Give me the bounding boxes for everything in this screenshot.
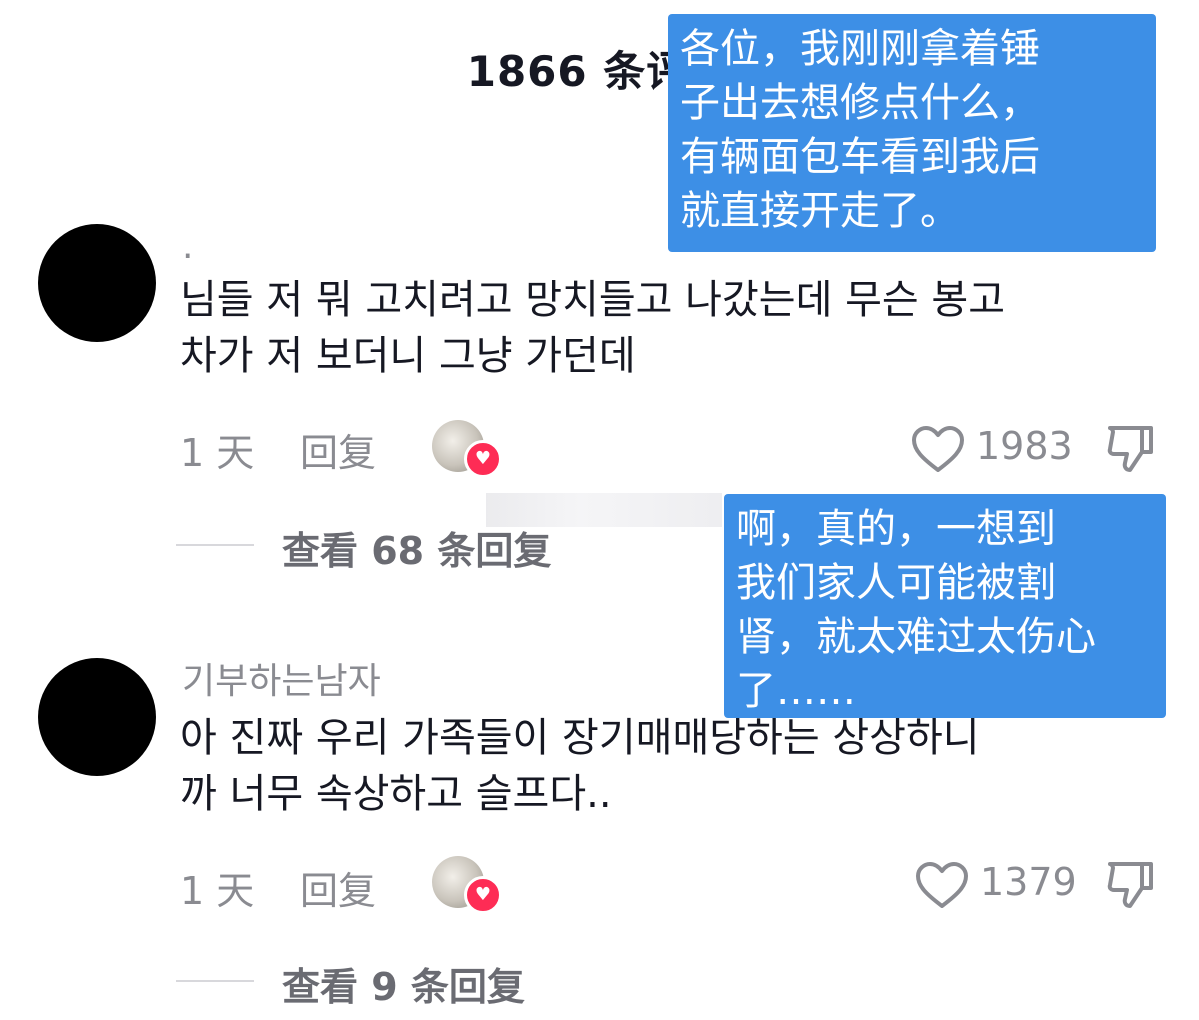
- username[interactable]: 기부하는남자: [182, 652, 381, 704]
- like-count: 1379: [980, 860, 1077, 904]
- view-replies-divider: [176, 544, 254, 546]
- comment-time: 1 天: [180, 431, 255, 475]
- view-replies-button[interactable]: 查看 9 条回复: [282, 956, 525, 1011]
- comment-text: 님들 저 뭐 고치려고 망치들고 나갔는데 무슨 봉고 차가 저 보더니 그냥 …: [180, 277, 1006, 379]
- heart-outline-icon[interactable]: [914, 860, 970, 910]
- reaction-heart-icon: ♥: [464, 876, 502, 914]
- translation-overlay-2: 啊，真的，一想到 我们家人可能被割 肾，就太难过太伤心 了……: [724, 494, 1166, 718]
- reply-button[interactable]: 回复: [300, 860, 376, 915]
- username[interactable]: .: [182, 226, 193, 267]
- avatar[interactable]: [38, 224, 156, 342]
- view-replies-button[interactable]: 查看 68 条回复: [282, 520, 551, 575]
- view-replies-divider: [176, 980, 254, 982]
- reaction-heart-icon: ♥: [464, 440, 502, 478]
- comment-time: 1 天: [180, 869, 255, 913]
- thumbs-down-icon[interactable]: [1104, 858, 1156, 910]
- comment-text: 아 진짜 우리 가족들이 장기매매당하는 상상하니 까 너무 속상하고 슬프다.…: [180, 715, 980, 817]
- like-count: 1983: [976, 424, 1073, 468]
- blurred-strip: [486, 493, 722, 527]
- translation-overlay-1: 各位，我刚刚拿着锤 子出去想修点什么， 有辆面包车看到我后 就直接开走了。: [668, 14, 1156, 252]
- thumbs-down-icon[interactable]: [1104, 422, 1156, 474]
- avatar[interactable]: [38, 658, 156, 776]
- reply-button[interactable]: 回复: [300, 422, 376, 477]
- heart-outline-icon[interactable]: [910, 424, 966, 474]
